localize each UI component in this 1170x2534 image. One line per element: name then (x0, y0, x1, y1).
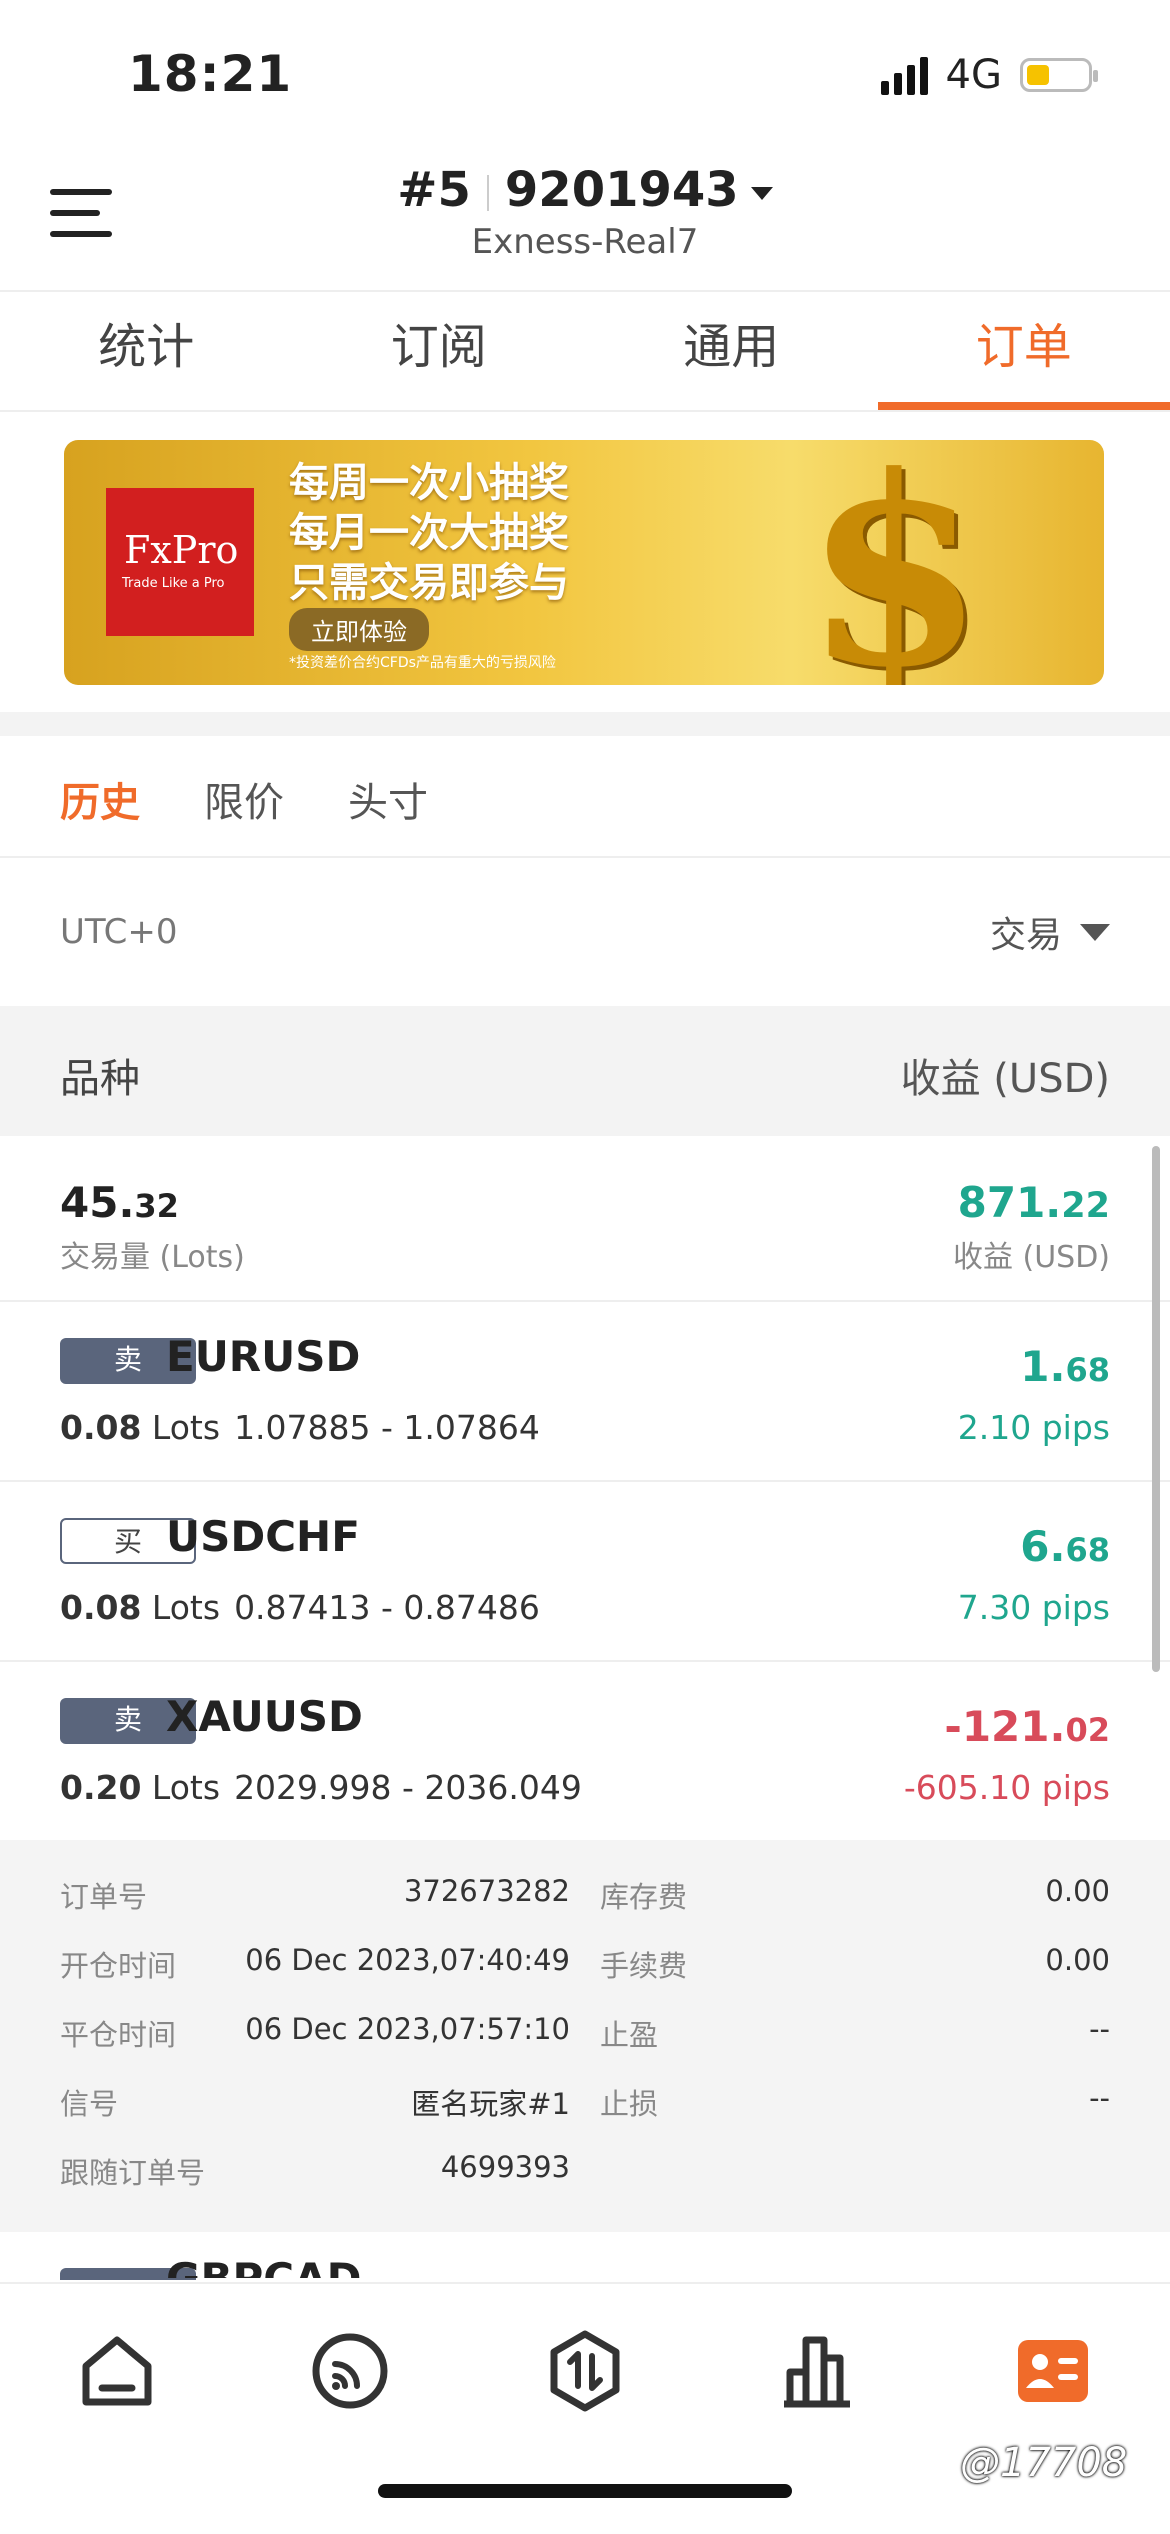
follow-order-value: 4699393 (441, 2150, 570, 2184)
total-profit-label: 收益 (USD) (953, 1232, 1110, 1276)
total-volume: 45.32 (60, 1178, 179, 1227)
order-row[interactable]: 卖 EURUSD 0.08 Lots1.07885 - 1.07864 1.68… (0, 1300, 1170, 1480)
open-time-value: 06 Dec 2023,07:40:49 (245, 1943, 570, 1977)
server-name: Exness-Real7 (0, 222, 1170, 262)
scrollbar[interactable] (1152, 1146, 1160, 1672)
subtab-limit[interactable]: 限价 (204, 770, 284, 828)
trade-icon[interactable] (540, 2326, 630, 2416)
stop-loss-label: 止损 (600, 2081, 658, 2123)
account-number: #5 (397, 162, 471, 218)
subtab-history[interactable]: 历史 (60, 770, 140, 828)
close-time-value: 06 Dec 2023,07:57:10 (245, 2012, 570, 2046)
account-id: 9201943 (505, 162, 739, 218)
order-symbol: EURUSD (166, 1332, 360, 1381)
order-details-panel: 订单号 372673282 库存费 0.00 开仓时间 06 Dec 2023,… (0, 1840, 1170, 2232)
order-symbol: USDCHF (166, 1512, 360, 1561)
banner-disclaimer: *投资差价合约CFDs产品有重大的亏损风险 (289, 652, 556, 672)
main-tabs: 统计 订阅 通用 订单 (0, 292, 1170, 410)
cell-signal-icon (881, 55, 928, 95)
order-row[interactable]: 卖 XAUUSD 0.20 Lots2029.998 - 2036.049 -1… (0, 1660, 1170, 1840)
order-subtabs: 历史 限价 头寸 (60, 770, 428, 828)
divider (0, 410, 1170, 412)
column-header: 品种 收益 (USD) (0, 1006, 1170, 1136)
column-profit: 收益 (USD) (901, 1046, 1110, 1104)
order-symbol: GBPCAD (166, 2258, 361, 2278)
promo-banner[interactable]: $ FxPro Trade Like a Pro 每周一次小抽奖 每月一次大抽奖… (64, 440, 1104, 685)
order-row[interactable]: 买 USDCHF 0.08 Lots0.87413 - 0.87486 6.68… (0, 1480, 1170, 1660)
order-profit: 6.68 (1020, 1522, 1110, 1571)
total-volume-label: 交易量 (Lots) (60, 1232, 245, 1276)
order-symbol: XAUUSD (166, 1692, 363, 1741)
order-profit: 1.68 (1020, 1342, 1110, 1391)
account-selector[interactable]: #5 9201943 (0, 162, 1170, 218)
watermark: @17708 (960, 2440, 1127, 2486)
tab-general[interactable]: 通用 (585, 292, 878, 410)
subtab-positions[interactable]: 头寸 (348, 770, 428, 828)
status-time: 18:21 (128, 45, 292, 103)
take-profit-label: 止盈 (600, 2012, 658, 2054)
swap-value: 0.00 (1045, 1874, 1110, 1908)
order-lots: 0.08 Lots0.87413 - 0.87486 (60, 1588, 540, 1627)
network-type: 4G (946, 52, 1002, 98)
dollar-coin-icon: $ (804, 440, 985, 685)
battery-icon (1020, 58, 1092, 92)
order-lots: 0.08 Lots1.07885 - 1.07864 (60, 1408, 540, 1447)
order-lots: 0.20 Lots2029.998 - 2036.049 (60, 1768, 582, 1807)
home-indicator[interactable] (378, 2484, 792, 2498)
fee-label: 手续费 (600, 1943, 687, 1985)
signal-value: 匿名玩家#1 (411, 2081, 570, 2123)
swap-label: 库存费 (600, 1874, 687, 1916)
divider (0, 856, 1170, 858)
banner-headline: 每周一次小抽奖 每月一次大抽奖 只需交易即参与 (289, 458, 569, 608)
order-pips: 7.30 pips (958, 1588, 1110, 1627)
order-profit: -121.02 (944, 1702, 1110, 1751)
home-icon[interactable] (72, 2326, 162, 2416)
follow-order-label: 跟随订单号 (60, 2150, 205, 2192)
column-symbol: 品种 (60, 1046, 140, 1104)
order-pips: 2.10 pips (958, 1408, 1110, 1447)
order-no-label: 订单号 (60, 1874, 147, 1916)
brand-logo: FxPro Trade Like a Pro (106, 488, 254, 636)
take-profit-value: -- (1089, 2012, 1110, 2046)
timezone-label: UTC+0 (60, 912, 178, 952)
filter-label: 交易 (990, 906, 1062, 958)
signal-feed-icon[interactable] (305, 2326, 395, 2416)
stop-loss-value: -- (1089, 2081, 1110, 2115)
profile-card-icon[interactable] (1008, 2326, 1098, 2416)
tab-orders[interactable]: 订单 (878, 292, 1170, 410)
section-separator (0, 712, 1170, 736)
close-time-label: 平仓时间 (60, 2012, 176, 2054)
dropdown-arrow-icon (1080, 924, 1110, 941)
fee-value: 0.00 (1045, 1943, 1110, 1977)
tab-stats[interactable]: 统计 (0, 292, 293, 410)
open-time-label: 开仓时间 (60, 1943, 176, 1985)
tab-subscriptions[interactable]: 订阅 (293, 292, 586, 410)
order-no-value: 372673282 (404, 1874, 570, 1908)
chevron-down-icon (751, 187, 773, 200)
filter-dropdown[interactable]: 交易 (990, 906, 1110, 958)
banner-cta-button[interactable]: 立即体验 (289, 608, 429, 651)
chart-icon[interactable] (772, 2326, 862, 2416)
order-pips: -605.10 pips (904, 1768, 1110, 1807)
status-indicators: 4G (881, 52, 1092, 98)
total-profit: 871.22 (958, 1178, 1110, 1227)
signal-label: 信号 (60, 2081, 118, 2123)
